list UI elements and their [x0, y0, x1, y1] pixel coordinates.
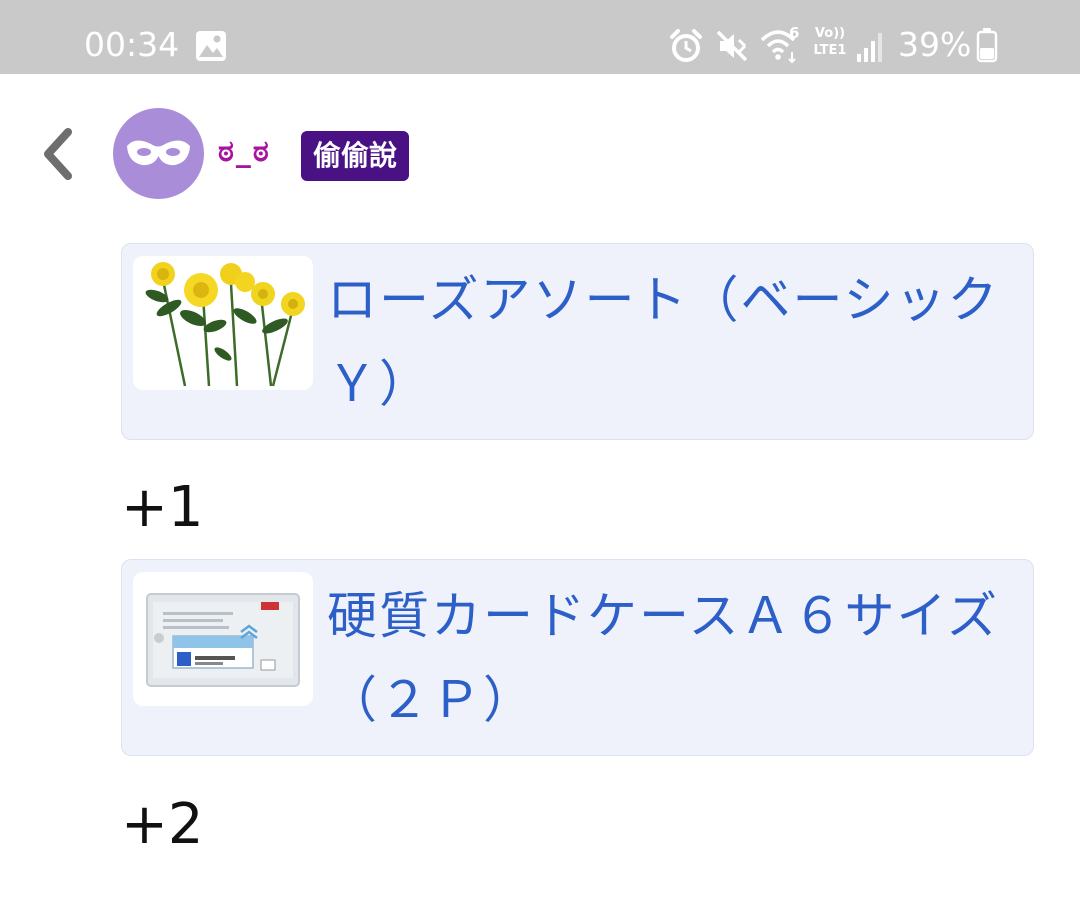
product-title[interactable]: 硬質カードケースＡ６サイズ（２Ｐ） — [327, 574, 1027, 742]
status-bar: 00:34 6 Vo)) LTE1 39% — [0, 0, 1080, 74]
item-count: +1 — [121, 475, 204, 540]
yellow-roses-image — [145, 262, 305, 387]
mute-icon — [716, 30, 748, 62]
item-count: +2 — [121, 792, 204, 857]
back-button[interactable] — [34, 124, 82, 184]
user-badge: 偷偷說 — [301, 131, 410, 181]
wifi-badge: 6 — [789, 24, 800, 42]
avatar[interactable] — [113, 108, 204, 199]
product-title[interactable]: ローズアソート（ベーシックＹ） — [327, 258, 1027, 426]
mask-icon — [127, 140, 190, 166]
card-case-image — [146, 593, 300, 687]
username[interactable]: ಠ_ಠ — [218, 132, 271, 172]
product-thumbnail — [133, 256, 313, 390]
battery-icon — [976, 28, 998, 63]
wifi-icon: 6 — [760, 24, 802, 66]
volte-line1: Vo)) — [814, 26, 846, 41]
product-card[interactable]: 硬質カードケースＡ６サイズ（２Ｐ） — [121, 559, 1034, 756]
product-card[interactable]: ローズアソート（ベーシックＹ） — [121, 243, 1034, 440]
battery-percent: 39% — [898, 25, 972, 64]
volte-line2: LTE1 — [813, 43, 847, 58]
product-thumbnail — [133, 572, 313, 706]
volte-icon: Vo)) LTE1 — [810, 25, 850, 65]
status-time: 00:34 — [84, 25, 180, 64]
alarm-icon — [670, 29, 702, 62]
signal-icon — [857, 33, 882, 62]
image-icon — [196, 31, 226, 61]
